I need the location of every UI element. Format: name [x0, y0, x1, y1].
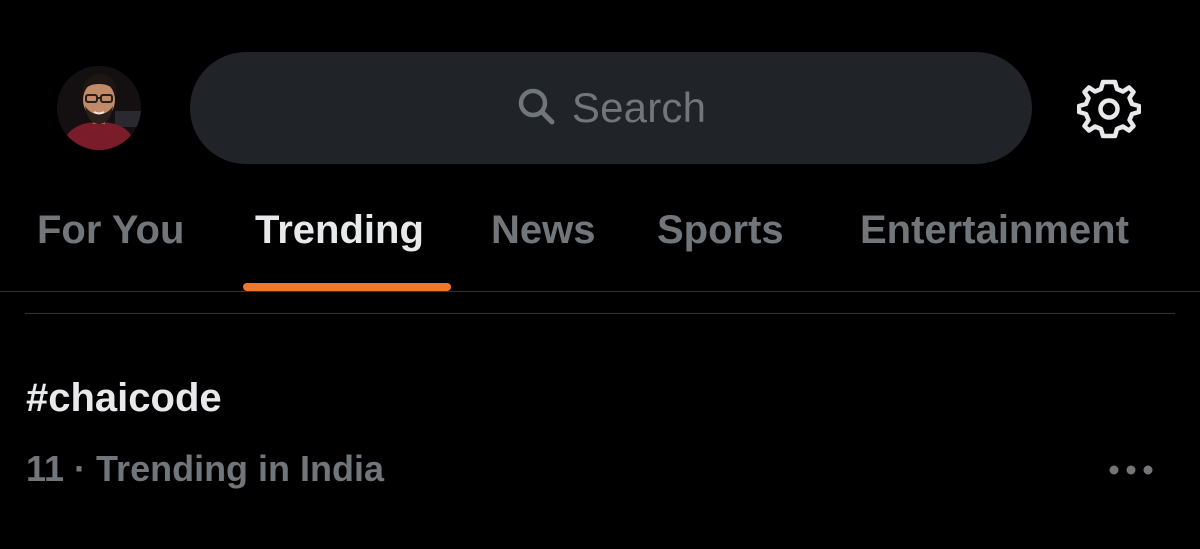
- trend-meta: 11 · Trending in India: [26, 448, 385, 489]
- trend-title: #chaicode: [26, 376, 222, 420]
- tab-news[interactable]: News: [491, 206, 596, 276]
- search-icon: [516, 86, 556, 131]
- search-input[interactable]: Search: [190, 52, 1032, 164]
- more-horizontal-icon[interactable]: [1104, 458, 1158, 482]
- tab-entertainment[interactable]: Entertainment: [860, 206, 1129, 276]
- avatar-image: [57, 66, 141, 150]
- search-placeholder: Search: [571, 84, 707, 131]
- top-bar: Search: [0, 0, 1200, 200]
- tab-sports[interactable]: Sports: [657, 206, 784, 276]
- avatar[interactable]: [57, 66, 141, 150]
- trend-item[interactable]: #chaicode 11 · Trending in India: [0, 360, 1200, 510]
- divider: [0, 291, 1200, 292]
- tab-for-you[interactable]: For You: [37, 206, 184, 276]
- tab-bar: For You Trending News Sports Entertainme…: [0, 196, 1200, 292]
- tab-trending[interactable]: Trending: [255, 206, 424, 276]
- gear-icon[interactable]: [1076, 76, 1142, 140]
- active-tab-indicator: [243, 283, 451, 291]
- divider: [25, 313, 1175, 314]
